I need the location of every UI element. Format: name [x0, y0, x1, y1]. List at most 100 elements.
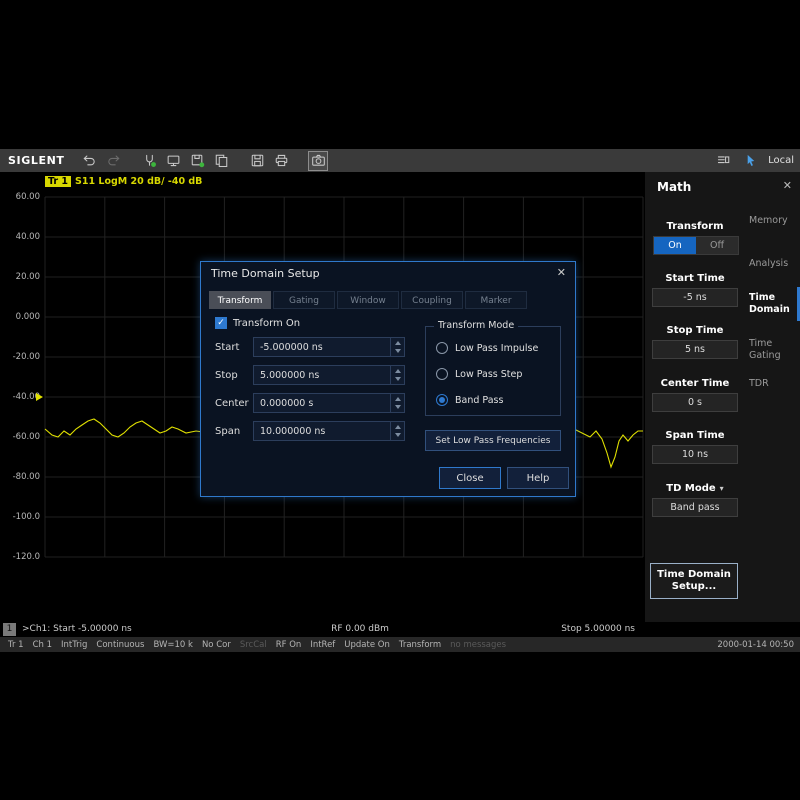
radio-dot-icon [436, 342, 448, 354]
spinner-start-icon[interactable] [390, 338, 404, 356]
field-label-stop: Stop [211, 370, 253, 381]
transform-on-off-toggle: On Off [653, 236, 739, 255]
transform-on-checkbox-row[interactable]: ✓ Transform On [215, 317, 300, 329]
spinner-span-icon[interactable] [390, 422, 404, 440]
status-ch-1: Ch 1 [33, 640, 52, 650]
field-row-center: Center0.000000 s [211, 392, 415, 414]
radio-label: Low Pass Step [455, 369, 522, 380]
dialog-tab-window[interactable]: Window [337, 291, 399, 309]
time-domain-setup-button[interactable]: Time Domain Setup... [650, 563, 738, 599]
status-tr-1: Tr 1 [8, 640, 24, 650]
center-time-label: Center Time [645, 378, 745, 389]
status-inttrig: IntTrig [61, 640, 87, 650]
stop-time-label: Stop Time [645, 325, 745, 336]
dialog-tab-transform[interactable]: Transform [209, 291, 271, 309]
close-button[interactable]: Close [439, 467, 501, 489]
touch-pointer-icon[interactable] [741, 152, 759, 170]
field-row-span: Span10.000000 ns [211, 420, 415, 442]
math-menu-panel: Math ✕ Transform On Off Start Time-5 nsS… [645, 172, 800, 622]
spinner-stop-icon[interactable] [390, 366, 404, 384]
set-low-pass-frequencies-button[interactable]: Set Low Pass Frequencies [425, 430, 561, 451]
softkey-tab-tdr[interactable]: TDR [749, 378, 797, 390]
field-input-start[interactable]: -5.000000 ns [253, 337, 405, 357]
softkey-tab-analysis[interactable]: Analysis [749, 258, 797, 270]
help-button[interactable]: Help [507, 467, 569, 489]
trace-format-label[interactable]: S11 LogM 20 dB/ -40 dB [75, 176, 202, 187]
center-time-group: Center Time 0 s [645, 378, 745, 414]
field-label-span: Span [211, 426, 253, 437]
field-input-stop[interactable]: 5.000000 ns [253, 365, 405, 385]
panel-layout-icon[interactable] [714, 152, 732, 170]
redo-icon[interactable] [104, 152, 122, 170]
dialog-tab-gating[interactable]: Gating [273, 291, 335, 309]
span-time-label: Span Time [645, 430, 745, 441]
dialog-tab-marker[interactable]: Marker [465, 291, 527, 309]
radio-low-pass-impulse[interactable]: Low Pass Impulse [426, 335, 560, 361]
print-icon[interactable] [272, 152, 290, 170]
softkey-tab-memory[interactable]: Memory [749, 215, 797, 227]
undo-icon[interactable] [80, 152, 98, 170]
checkbox-checked-icon[interactable]: ✓ [215, 317, 227, 329]
stop-time-value[interactable]: 5 ns [652, 340, 738, 359]
span-time-value[interactable]: 10 ns [652, 445, 738, 464]
dialog-title-bar[interactable]: Time Domain Setup [201, 262, 575, 286]
softkey-page-tabs: Memory Analysis Time Domain Time Gating TDR [745, 172, 800, 622]
trace-info-readout: Tr 1 S11 LogM 20 dB/ -40 dB [45, 176, 202, 187]
y-axis-scale: 60.0040.0020.000.000-20.00-40.00-60.00-8… [0, 172, 40, 622]
channel-stop-readout: Stop 5.00000 ns [561, 624, 635, 634]
toolbar: SIGLENT Local [0, 149, 800, 172]
y-axis-label: -20.00 [0, 352, 40, 362]
datetime-readout: 2000-01-14 00:50 [717, 640, 794, 650]
toolbar-right-group: Local [714, 149, 794, 172]
status-no-messages: no messages [450, 640, 506, 650]
spinner-center-icon[interactable] [390, 394, 404, 412]
toolbar-icon-group [80, 151, 328, 171]
save-state-icon[interactable] [188, 152, 206, 170]
span-time-group: Span Time 10 ns [645, 430, 745, 466]
status-intref: IntRef [310, 640, 335, 650]
status-update-on: Update On [344, 640, 390, 650]
local-remote-label[interactable]: Local [768, 155, 794, 166]
y-axis-label: 60.00 [0, 192, 40, 202]
dialog-close-icon[interactable]: ✕ [557, 266, 566, 279]
trace-number-badge[interactable]: Tr 1 [45, 176, 71, 187]
td-mode-label-text: TD Mode [666, 483, 715, 494]
field-value-center: 0.000000 s [254, 398, 313, 409]
save-file-icon[interactable] [248, 152, 266, 170]
channel-start-readout: >Ch1: Start -5.00000 ns [22, 624, 132, 634]
field-row-stop: Stop5.000000 ns [211, 364, 415, 386]
dialog-tab-coupling[interactable]: Coupling [401, 291, 463, 309]
y-axis-label: -60.00 [0, 432, 40, 442]
dropdown-caret-icon: ▾ [720, 484, 724, 493]
softkey-tab-time-domain[interactable]: Time Domain [749, 292, 797, 316]
field-input-center[interactable]: 0.000000 s [253, 393, 405, 413]
td-mode-label[interactable]: TD Mode ▾ [645, 483, 745, 494]
transform-on-button[interactable]: On [654, 237, 696, 254]
start-time-group: Start Time -5 ns [645, 273, 745, 309]
status-srccal: SrcCal [240, 640, 267, 650]
radio-dot-icon [436, 368, 448, 380]
copy-icon[interactable] [212, 152, 230, 170]
start-time-label: Start Time [645, 273, 745, 284]
y-axis-label: -100.0 [0, 512, 40, 522]
status-transform: Transform [399, 640, 441, 650]
softkey-tab-time-gating[interactable]: Time Gating [749, 338, 797, 362]
radio-band-pass[interactable]: Band Pass [426, 387, 560, 413]
radio-low-pass-step[interactable]: Low Pass Step [426, 361, 560, 387]
status-continuous: Continuous [96, 640, 144, 650]
display-setup-icon[interactable] [164, 152, 182, 170]
field-value-span: 10.000000 ns [254, 426, 325, 437]
radio-label: Low Pass Impulse [455, 343, 538, 354]
center-time-value[interactable]: 0 s [652, 393, 738, 412]
field-input-span[interactable]: 10.000000 ns [253, 421, 405, 441]
screenshot-camera-icon[interactable] [308, 151, 328, 171]
y-axis-label: 0.000 [0, 312, 40, 322]
channel-number-badge[interactable]: 1 [3, 623, 16, 636]
dialog-tab-bar: TransformGatingWindowCouplingMarker [209, 291, 527, 309]
transform-off-button[interactable]: Off [696, 237, 738, 254]
siglent-logo: SIGLENT [8, 154, 64, 167]
channel-status-row: 1 >Ch1: Start -5.00000 ns RF 0.00 dBm St… [0, 622, 645, 637]
calibration-icon[interactable] [140, 152, 158, 170]
start-time-value[interactable]: -5 ns [652, 288, 738, 307]
td-mode-value[interactable]: Band pass [652, 498, 738, 517]
